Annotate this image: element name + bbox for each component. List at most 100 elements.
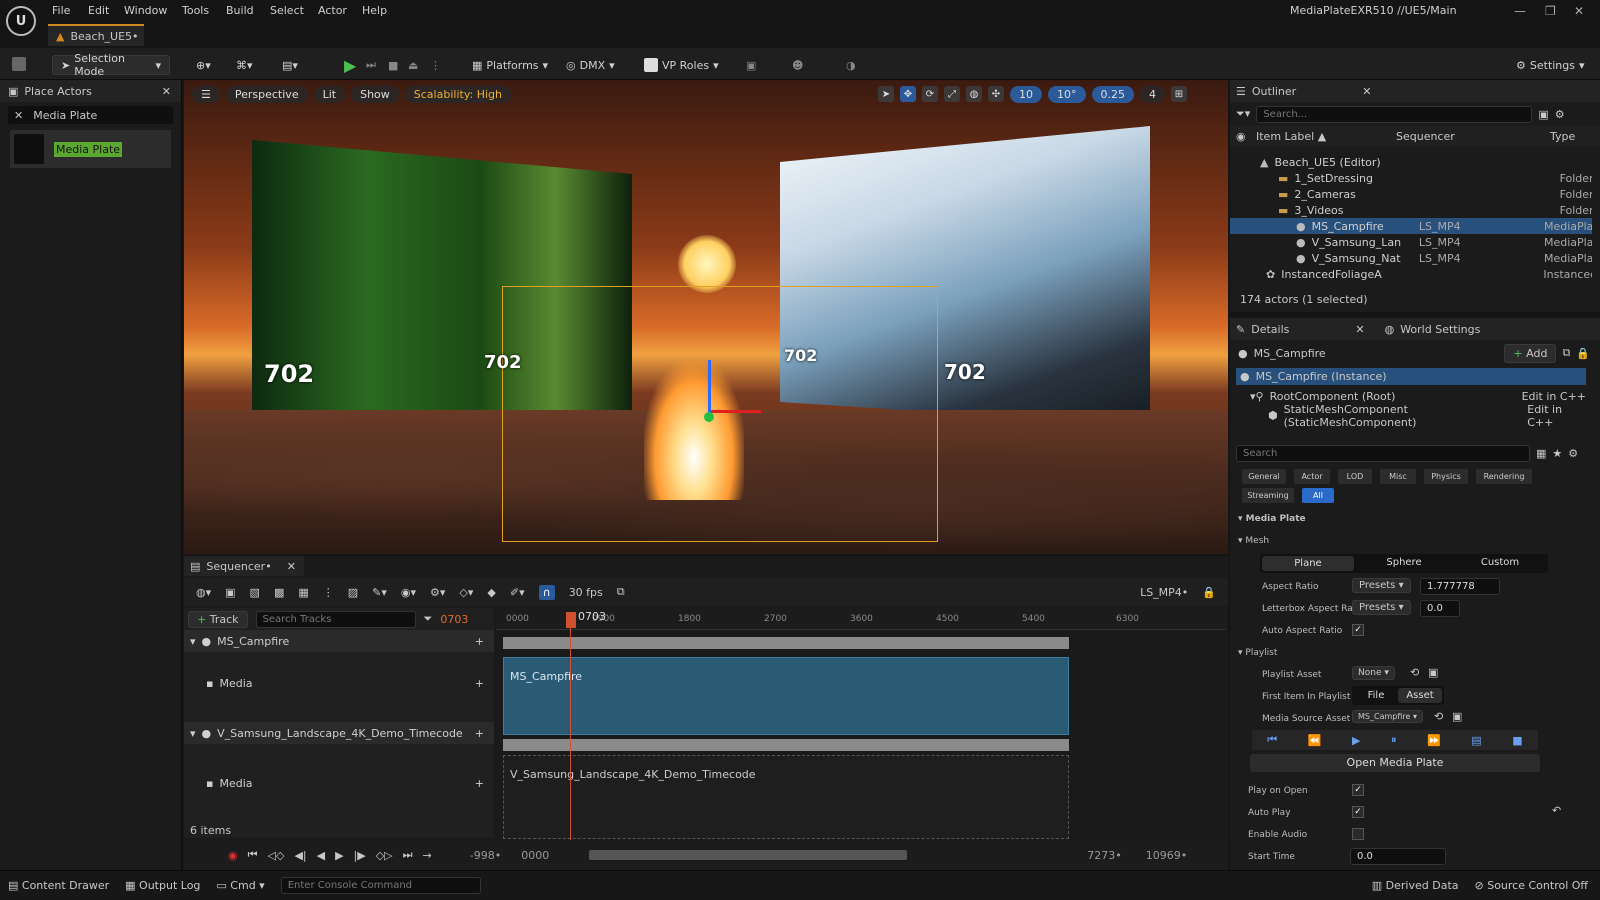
cmd-dropdown[interactable]: ▭ Cmd ▾ <box>216 879 264 892</box>
source-control-icon[interactable]: ▣ <box>746 55 756 75</box>
find-asset-icon[interactable]: ▧ <box>250 586 260 599</box>
track-row-v-samsung[interactable]: ▾ ● V_Samsung_Landscape_4K_Demo_Timecode … <box>184 722 494 744</box>
collapse-icon[interactable]: ▾ <box>190 727 196 740</box>
outliner-search-input[interactable]: Search... <box>1256 105 1533 123</box>
playlist-asset-dropdown[interactable]: None ▾ <box>1352 666 1395 680</box>
scalability-button[interactable]: Scalability: High <box>404 85 512 103</box>
place-actors-tab[interactable]: ▣ Place Actors ✕ <box>0 80 181 102</box>
category-lod[interactable]: LOD <box>1338 469 1372 484</box>
media-source-dropdown[interactable]: MS_Campfire ▾ <box>1352 710 1423 723</box>
column-type[interactable]: Type <box>1550 130 1575 143</box>
outliner-row[interactable]: ✿ InstancedFoliageA Instanced <box>1230 266 1592 282</box>
console-input[interactable]: Enter Console Command <box>280 877 481 894</box>
menu-window[interactable]: Window <box>124 4 167 17</box>
output-log-button[interactable]: ▦ Output Log <box>125 879 200 892</box>
stop-icon[interactable]: ■ <box>388 55 398 75</box>
close-sequencer-icon[interactable]: ✕ <box>287 560 296 573</box>
reset-to-default-icon[interactable]: ↶ <box>1552 804 1561 817</box>
play-reverse-icon[interactable]: ◀ <box>317 849 325 862</box>
minimize-icon[interactable]: — <box>1514 4 1526 18</box>
grid-view-icon[interactable]: ▦ <box>1536 447 1546 460</box>
gizmo-x-axis[interactable] <box>711 410 761 413</box>
world-icon[interactable]: ◍ <box>966 86 982 102</box>
filter-icon[interactable]: ⏷▾ <box>1236 107 1250 121</box>
lit-button[interactable]: Lit <box>313 85 346 103</box>
stop-icon[interactable]: ■ <box>1512 734 1522 747</box>
dmx-dropdown[interactable]: ◎ DMX ▾ <box>566 55 615 75</box>
category-all[interactable]: All <box>1302 488 1334 503</box>
fps-dropdown[interactable]: 30 fps <box>569 586 603 599</box>
outliner-row[interactable]: ● MS_Campfire LS_MP4 MediaPlat <box>1230 218 1592 234</box>
section-media-plate[interactable]: ▾ Media Plate <box>1238 514 1306 524</box>
current-frame[interactable]: 0703 <box>440 613 468 626</box>
outliner-tab[interactable]: ☰ Outliner ✕ <box>1230 80 1600 102</box>
curve-editor-icon[interactable]: ⧉ <box>617 585 625 599</box>
static-mesh-component[interactable]: ⬢ StaticMeshComponent (StaticMeshComponen… <box>1268 403 1586 429</box>
add-actor-icon[interactable]: ⊕▾ <box>196 55 211 75</box>
source-control-button[interactable]: ⊘ Source Control Off <box>1475 879 1589 892</box>
category-general[interactable]: General <box>1242 469 1286 484</box>
star-icon[interactable]: ★ <box>1552 447 1562 460</box>
outliner-row[interactable]: ▲ Beach_UE5 (Editor) <box>1230 154 1592 170</box>
select-icon[interactable]: ➤ <box>878 86 894 102</box>
paint-icon[interactable]: ✐▾ <box>510 586 525 599</box>
edit-in-cpp-link[interactable]: Edit in C++ <box>1527 403 1586 429</box>
track-1-section-bar[interactable] <box>503 637 1069 649</box>
column-sequencer[interactable]: Sequencer <box>1396 130 1550 143</box>
show-button[interactable]: Show <box>351 85 399 103</box>
menu-actor[interactable]: Actor <box>318 4 347 17</box>
view-range-end[interactable]: 10969• <box>1146 849 1187 862</box>
reset-icon[interactable]: ⟲ <box>1434 710 1443 723</box>
search-tracks-input[interactable]: Search Tracks <box>255 610 416 628</box>
mesh-custom-option[interactable]: Custom <box>1454 557 1546 568</box>
scale-snap-button[interactable]: 0.25 <box>1091 85 1134 103</box>
jump-end-icon[interactable]: ⏭ <box>403 848 413 862</box>
letterbox-presets-dropdown[interactable]: Presets ▾ <box>1352 600 1411 615</box>
playback-range-start[interactable]: 0000 <box>521 849 549 862</box>
scale-icon[interactable]: ⤢ <box>944 86 960 102</box>
rotate-icon[interactable]: ⟳ <box>922 86 938 102</box>
details-tab[interactable]: Details <box>1251 323 1289 336</box>
more-icon[interactable]: ⋮ <box>430 55 441 75</box>
media-clip-ms-campfire[interactable]: MS_Campfire <box>503 657 1069 735</box>
vp-roles-dropdown[interactable]: VP Roles ▾ <box>644 55 719 75</box>
translate-icon[interactable]: ✥ <box>900 86 916 102</box>
key-icon[interactable]: ◇▾ <box>459 586 473 599</box>
reset-icon[interactable]: ⟲ <box>1410 666 1419 679</box>
rotation-snap-button[interactable]: 10° <box>1048 85 1086 103</box>
surface-snap-icon[interactable]: ✣ <box>988 86 1004 102</box>
settings-dropdown[interactable]: ⚙ Settings ▾ <box>1516 55 1585 75</box>
derived-data-button[interactable]: ▥ Derived Data <box>1372 879 1459 892</box>
clapper-icon[interactable]: ▦ <box>298 586 308 599</box>
category-actor[interactable]: Actor <box>1294 469 1330 484</box>
track-row-ms-campfire[interactable]: ▾ ● MS_Campfire + <box>184 630 494 652</box>
snap-magnet-icon[interactable]: ∩ <box>538 584 555 600</box>
export-icon[interactable]: ▨ <box>348 586 358 599</box>
auto-aspect-checkbox[interactable]: ✓ <box>1352 624 1364 636</box>
letterbox-input[interactable]: 0.0 <box>1420 600 1460 617</box>
category-rendering[interactable]: Rendering <box>1476 469 1532 484</box>
prev-key-icon[interactable]: ◁◇ <box>268 849 285 862</box>
media-clip-v-samsung[interactable]: V_Samsung_Landscape_4K_Demo_Timecode <box>503 755 1069 839</box>
next-key-icon[interactable]: ◇▷ <box>376 849 393 862</box>
details-search-input[interactable]: Search <box>1236 444 1530 462</box>
pause-icon[interactable]: ⏸ <box>1391 733 1397 747</box>
column-item-label[interactable]: Item Label ▲ <box>1256 130 1396 143</box>
category-physics[interactable]: Physics <box>1424 469 1468 484</box>
eject-icon[interactable]: ⏏ <box>408 55 418 75</box>
cinematics-icon[interactable]: ▤▾ <box>282 55 298 75</box>
multi-user-icon[interactable]: ◑ <box>846 55 856 75</box>
close-panel-icon[interactable]: ✕ <box>162 85 171 98</box>
people-icon[interactable]: ☻ <box>792 55 803 75</box>
subtrack-row-media-1[interactable]: ▪ Media + <box>184 672 494 694</box>
clear-search-icon[interactable]: ✕ <box>14 109 23 122</box>
blueprint-icon[interactable]: ⧉ <box>1562 346 1570 360</box>
close-icon[interactable]: ✕ <box>1574 4 1584 18</box>
menu-select[interactable]: Select <box>270 4 304 17</box>
menu-build[interactable]: Build <box>226 4 254 17</box>
add-subtrack-icon[interactable]: + <box>475 635 484 648</box>
maximize-icon[interactable]: ❐ <box>1545 4 1556 18</box>
menu-edit[interactable]: Edit <box>88 4 109 17</box>
add-key-icon[interactable]: + <box>475 677 484 690</box>
add-component-button[interactable]: + Add <box>1504 343 1557 363</box>
